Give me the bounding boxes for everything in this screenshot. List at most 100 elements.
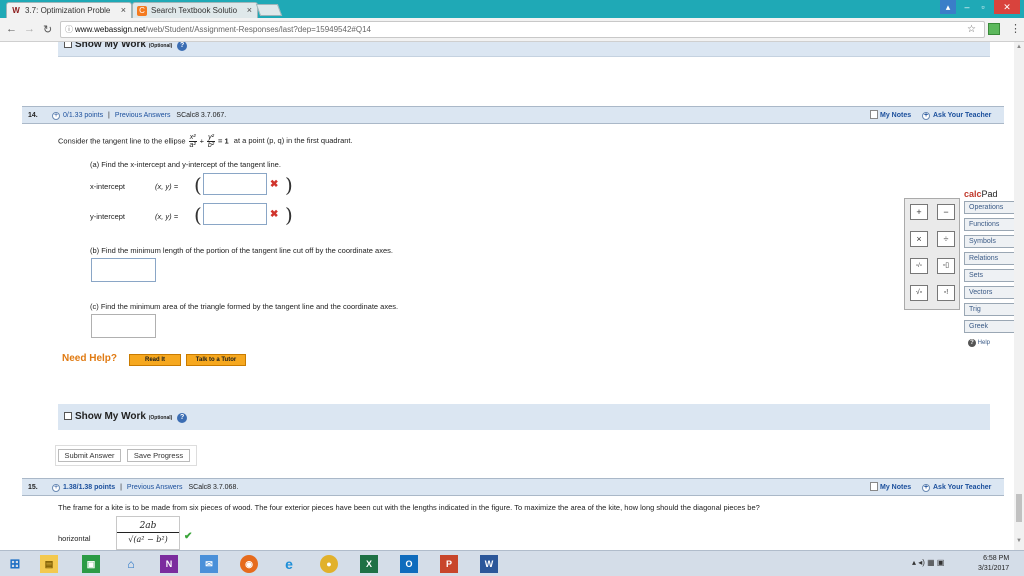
previous-answers-link[interactable]: Previous Answers [115,112,171,119]
tab-optimization-problems[interactable]: W 3.7: Optimization Proble × [6,2,132,18]
previous-answers-link[interactable]: Previous Answers [127,484,183,491]
fraction-key[interactable]: ▫/▫ [910,258,928,274]
close-tab-icon[interactable]: × [247,5,252,15]
calcpad-menu-vectors[interactable]: Vectors [964,286,1014,299]
info-icon[interactable]: ⓘ [65,22,73,37]
source: SCalc8 3.7.068. [188,484,239,491]
factorial-key[interactable]: ▫! [937,285,955,301]
help-icon[interactable]: ? [177,413,188,423]
expand-icon[interactable]: + [52,484,60,492]
close-tab-icon[interactable]: × [121,5,126,15]
start-icon[interactable]: ⊞ [6,555,24,573]
scroll-down-icon[interactable]: ▼ [1016,538,1022,544]
calcpad-menu-trig[interactable]: Trig [964,303,1014,316]
show-work-label: Show My Work [75,42,146,50]
calcpad-keypad: + − × ÷ ▫/▫ ▫▯ √▫ ▫! [904,198,960,310]
plus-icon: + [922,484,930,492]
part-c-input[interactable] [91,314,156,338]
reload-icon[interactable]: ↻ [43,23,52,36]
system-tray-icons[interactable]: ▴ ◂) ▦ ▣ [912,558,944,567]
firefox-icon[interactable]: ◉ [240,555,258,573]
part-b-input[interactable] [91,258,156,282]
exponent-key[interactable]: ▫▯ [937,258,955,274]
bookmark-star-icon[interactable]: ☆ [967,22,976,37]
talk-to-tutor-button[interactable]: Talk to a Tutor [186,354,246,366]
user-profile-icon[interactable]: ▴ [940,0,956,14]
outlook-icon[interactable]: O [400,555,418,573]
numerator: x² [188,134,197,142]
question-number: 15. [28,484,38,491]
notes-checkbox[interactable] [870,110,878,119]
close-paren: ) [285,203,293,227]
page-scrollbar[interactable]: ▲ ▼ [1014,42,1024,550]
powerpoint-icon[interactable]: P [440,555,458,573]
notes-checkbox[interactable] [870,482,878,491]
times-key[interactable]: × [910,231,928,247]
q13-show-my-work[interactable]: Show My Work (Optional) ? [58,42,990,57]
q15-answer-box[interactable]: 2ab √(a² − b²) [116,516,180,550]
url-path: /web/Student/Assignment-Responses/last?d… [145,25,371,34]
plus-sign: + [199,136,205,146]
calcpad-menu-operations[interactable]: Operations [964,201,1014,214]
extension-icon[interactable] [988,23,1000,35]
question-meta: +1.38/1.38 points | Previous Answers SCa… [52,479,238,496]
incorrect-x-icon: ✖ [270,179,279,190]
toggle-box-icon [64,412,72,420]
browser-menu-icon[interactable]: ⋮ [1010,22,1021,35]
calcpad-menu-sets[interactable]: Sets [964,269,1014,282]
calcpad-help[interactable]: ? Help [968,339,990,347]
webassign-page: Show My Work (Optional) ? 14. +0/1.33 po… [0,42,1014,550]
home-icon[interactable]: ⌂ [122,555,140,573]
open-paren: ( [194,203,202,227]
back-icon[interactable]: ← [6,23,17,35]
scrollbar-thumb[interactable] [1016,494,1022,522]
ask-teacher-link[interactable]: + Ask Your Teacher [922,479,991,496]
calcpad-menu-symbols[interactable]: Symbols [964,235,1014,248]
read-it-button[interactable]: Read It [129,354,181,366]
question-15-header: 15. +1.38/1.38 points | Previous Answers… [22,478,1004,496]
correct-check-icon: ✔ [184,531,193,542]
clock[interactable]: 6:58 PM 3/31/2017 [978,554,1009,574]
maximize-icon[interactable]: ▫ [976,0,990,14]
q14-show-my-work[interactable]: Show My Work (Optional) ? [58,404,990,430]
x-intercept-input[interactable] [203,173,267,195]
submit-answer-button[interactable]: Submit Answer [58,449,121,462]
need-help-label: Need Help? [62,353,118,364]
ask-teacher-link[interactable]: + Ask Your Teacher [922,107,991,124]
calcpad-menu-functions[interactable]: Functions [964,218,1014,231]
address-bar[interactable]: ⓘ www.webassign.net/web/Student/Assignme… [60,21,985,38]
expand-icon[interactable]: + [52,112,60,120]
word-icon[interactable]: W [480,555,498,573]
ie-icon[interactable]: e [280,555,298,573]
tab-search-textbook-solutions[interactable]: C Search Textbook Solutio × [132,2,258,18]
browser-tab-strip: W 3.7: Optimization Proble × C Search Te… [0,0,1024,18]
plus-key[interactable]: + [910,204,928,220]
excel-icon[interactable]: X [360,555,378,573]
new-tab-button[interactable] [255,4,283,16]
divide-key[interactable]: ÷ [937,231,955,247]
calcpad-menu-relations[interactable]: Relations [964,252,1014,265]
help-icon[interactable]: ? [177,42,188,51]
forward-icon[interactable]: → [24,23,35,35]
save-progress-button[interactable]: Save Progress [127,449,190,462]
webassign-icon: W [12,6,20,15]
open-paren: ( [194,173,202,197]
file-explorer-icon[interactable]: ▤ [40,555,58,573]
minus-key[interactable]: − [937,204,955,220]
mail-icon[interactable]: ✉ [200,555,218,573]
chrome-icon[interactable]: ● [320,555,338,573]
calcpad-menu-greek[interactable]: Greek [964,320,1014,333]
sqrt-key[interactable]: √▫ [910,285,928,301]
y-intercept-input[interactable] [203,203,267,225]
part-b-text: (b) Find the minimum length of the porti… [90,246,393,255]
minimize-icon[interactable]: – [960,0,974,14]
my-notes-link[interactable]: My Notes [880,107,911,124]
calcpad-title-b: Pad [981,189,998,199]
store-icon[interactable]: ▣ [82,555,100,573]
my-notes-link[interactable]: My Notes [880,479,911,496]
prompt-before: Consider the tangent line to the ellipse [58,136,186,146]
scroll-up-icon[interactable]: ▲ [1016,44,1022,50]
close-icon[interactable]: ✕ [994,0,1020,14]
onenote-icon[interactable]: N [160,555,178,573]
separator: | [120,484,122,491]
